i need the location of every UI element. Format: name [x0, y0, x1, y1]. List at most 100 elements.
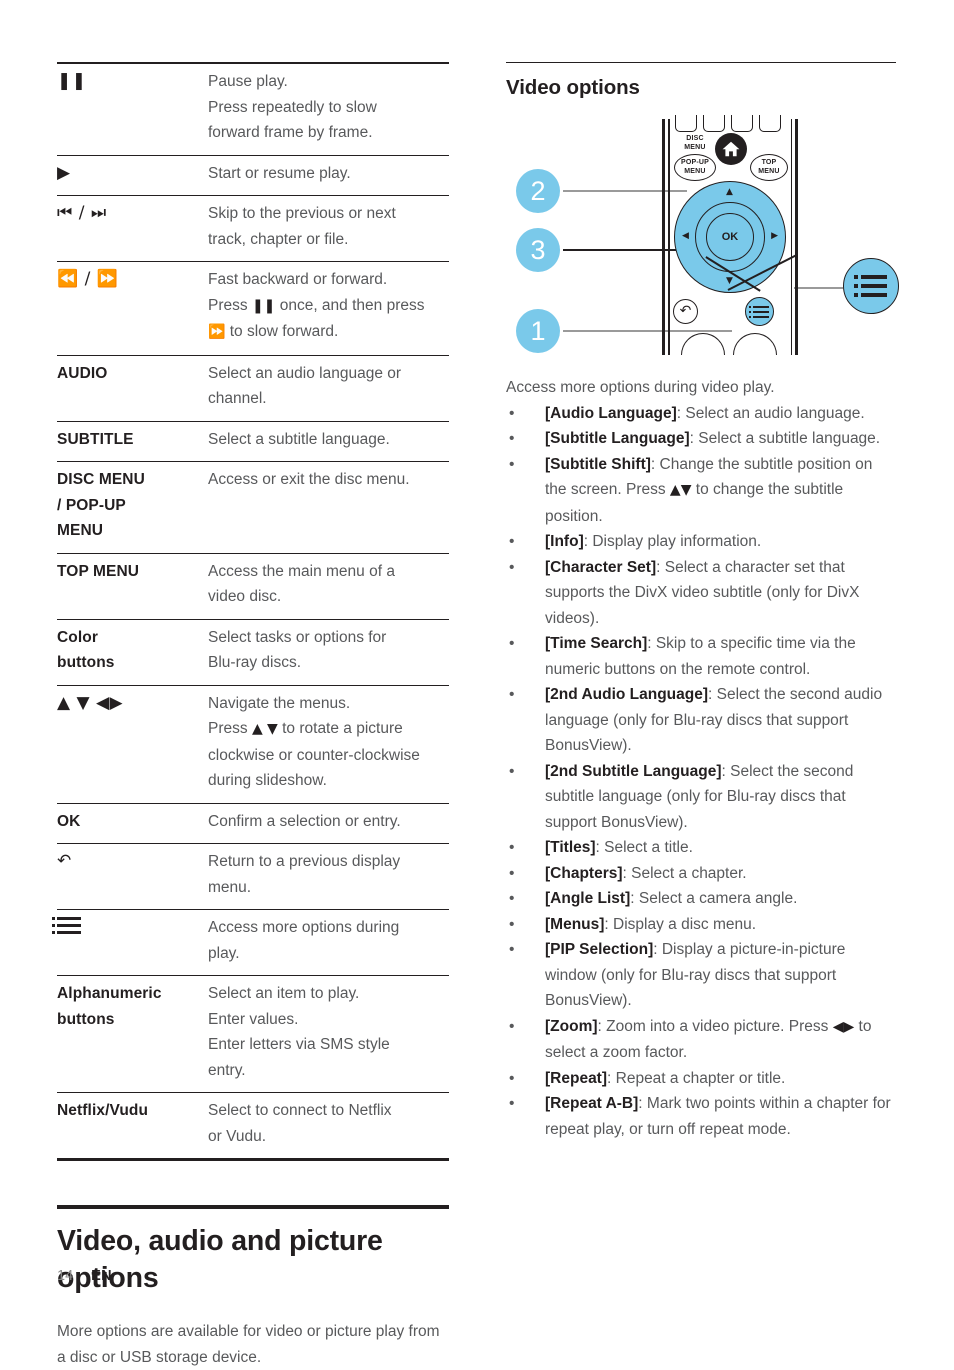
list-item: • [2nd Audio Language]: Select the second… — [506, 682, 896, 759]
page-language: EN — [91, 1268, 112, 1284]
key-name-cell: AUDIO — [57, 364, 108, 382]
key-description-cell: Pause play. Press repeatedly to slow forwa… — [208, 73, 377, 141]
arrow-right-icon: ▶ — [771, 231, 778, 241]
table-row: ⏮ / ⏭ Skip to the previous or next track, … — [57, 195, 449, 262]
arrow-left-icon: ◀ — [682, 231, 689, 241]
key-name-cell: SUBTITLE — [57, 430, 134, 448]
key-name-cell: Netflix/Vudu — [57, 1102, 149, 1119]
table-row: ❚❚ Pause play. Press repeatedly to slow for… — [57, 63, 449, 155]
page-title: Video, audio and picture options — [57, 1225, 383, 1294]
key-description-cell: Select an audio language or channel. — [208, 364, 402, 408]
options-list-icon — [753, 306, 769, 320]
option-description: : Repeat a chapter or title. — [607, 1069, 786, 1087]
key-name-cell: Color buttons — [57, 628, 115, 672]
bullet-icon: • — [509, 1017, 515, 1035]
key-description-cell: Skip to the previous or next track, chapt… — [208, 205, 396, 248]
arrow-up-icon: ▲ — [726, 187, 733, 197]
color-button-green — [703, 115, 725, 132]
list-item: • [Chapters]: Select a chapter. — [506, 861, 896, 887]
list-item: • [PIP Selection]: Display a picture-in-p… — [506, 937, 896, 1014]
table-row: SUBTITLE Select a subtitle language. — [57, 421, 449, 462]
list-item: • [Angle List]: Select a camera angle. — [506, 886, 896, 912]
option-term: [2nd Subtitle Language] — [545, 762, 722, 780]
list-item: • [Audio Language]: Select an audio langu… — [506, 401, 896, 427]
bullet-icon: • — [509, 915, 515, 933]
list-item: • [Info]: Display play information. — [506, 529, 896, 555]
list-item: • [Titles]: Select a title. — [506, 835, 896, 861]
key-description-cell: Access or exit the disc menu. — [208, 471, 410, 488]
list-item: • [Character Set]: Select a character set… — [506, 555, 896, 632]
key-description-cell: Access more options during play. — [208, 919, 400, 962]
key-description-cell: Fast backward or forward. Press ❚❚ once, … — [208, 271, 425, 340]
key-name-cell — [52, 910, 206, 976]
options-list-icon-large — [854, 275, 887, 297]
option-description: : Select a title. — [595, 839, 693, 856]
table-row: ▶ Start or resume play. — [57, 155, 449, 196]
bullet-icon: • — [509, 686, 515, 703]
bullet-icon: • — [509, 839, 515, 856]
key-description-cell: Select tasks or options for Blu-ray discs… — [208, 628, 387, 672]
list-item: • [Repeat]: Repeat a chapter or title. — [506, 1066, 896, 1092]
leader-line-options — [794, 287, 843, 289]
key-name-cell: Alphanumeric buttons — [57, 985, 162, 1028]
table-bottom-rule — [57, 1158, 449, 1162]
option-description: : Select an audio language. — [676, 404, 865, 422]
key-description-cell: Select a subtitle language. — [208, 430, 390, 448]
option-term: [Repeat A-B] — [545, 1095, 639, 1112]
bottom-button-right — [733, 333, 777, 355]
table-row: Color buttons Select tasks or options for B… — [57, 619, 449, 685]
return-arrow-icon: ↶ — [673, 299, 698, 324]
table-row: Netflix/Vudu Select to connect to Netflix… — [57, 1092, 449, 1160]
bullet-icon: • — [509, 558, 515, 576]
option-term: [Chapters] — [545, 864, 623, 882]
page-number: 14 — [57, 1268, 74, 1284]
key-name-cell: TOP MENU — [57, 562, 140, 580]
key-name-cell: ⏮ / ⏭ — [57, 203, 107, 223]
home-icon — [715, 133, 747, 165]
bullet-icon: • — [509, 1095, 515, 1112]
callout-1: 1 — [516, 309, 560, 353]
table-row: ▲ ▼ ◀▶ Navigate the menus. Press ▲ ▼ to ro… — [57, 685, 449, 803]
navigation-ring: ▲ ▼ ◀ ▶ OK — [674, 181, 786, 293]
bullet-icon: • — [509, 533, 515, 550]
options-list-icon — [52, 917, 81, 934]
table-row: OK Confirm a selection or entry. — [57, 803, 449, 844]
bullet-icon: • — [509, 762, 515, 780]
key-name-cell: ▲ ▼ ◀▶ — [57, 692, 124, 713]
bullet-icon: • — [509, 430, 515, 447]
table-row: AUDIO Select an audio language or channel. — [57, 355, 449, 421]
list-item: • [Menus]: Display a disc menu. — [506, 912, 896, 938]
key-name-cell: ⏪ / ⏩ — [57, 269, 119, 289]
right-column: Video options 2 3 1 DISC MENU POP-UP MEN… — [506, 62, 899, 1143]
option-term: [Repeat] — [545, 1069, 608, 1087]
list-item: • [Zoom]: Zoom into a video picture. Pres… — [506, 1014, 896, 1066]
section-divider-rule — [57, 1205, 449, 1209]
remote-left-inner-edge — [668, 119, 670, 355]
video-options-list: • [Audio Language]: Select an audio langu… — [506, 401, 896, 1143]
option-description: : Select a chapter. — [622, 864, 747, 882]
video-options-intro: Access more options during video play. — [506, 379, 775, 396]
option-description: : Display a disc menu. — [604, 915, 757, 933]
option-description: : Select a camera angle. — [630, 890, 798, 907]
option-term: [Angle List] — [545, 890, 631, 907]
left-column: ❚❚ Pause play. Press repeatedly to slow for… — [52, 62, 449, 1370]
table-row: DISC MENU / POP-UP MENU Access or exit the … — [57, 461, 449, 554]
bullet-icon: • — [509, 864, 515, 882]
option-term: [Info] — [545, 533, 584, 550]
arrow-down-icon: ▼ — [726, 276, 733, 286]
bullet-icon: • — [509, 1069, 515, 1087]
bullet-icon: • — [509, 890, 515, 907]
section-intro-paragraph: More options are available for video or … — [57, 1323, 440, 1366]
bottom-buttons-row — [681, 333, 781, 355]
key-description-cell: Select to connect to Netflix or Vudu. — [208, 1102, 392, 1145]
option-term: [Subtitle Shift] — [545, 455, 651, 473]
option-description: : Select a subtitle language. — [689, 430, 881, 447]
remote-key-table: ❚❚ Pause play. Press repeatedly to slow for… — [52, 62, 449, 1162]
key-name-cell: ❚❚ — [57, 71, 87, 91]
options-button-on-remote — [745, 297, 774, 326]
bottom-button-left — [681, 333, 725, 355]
table-row: ⏪ / ⏩ Fast backward or forward. Press ❚❚ o… — [57, 261, 449, 356]
key-description-cell: Select an item to play. Enter values. Ente… — [208, 985, 390, 1079]
bullet-icon: • — [509, 941, 515, 958]
popup-menu-button: POP-UP MENU — [674, 154, 716, 181]
